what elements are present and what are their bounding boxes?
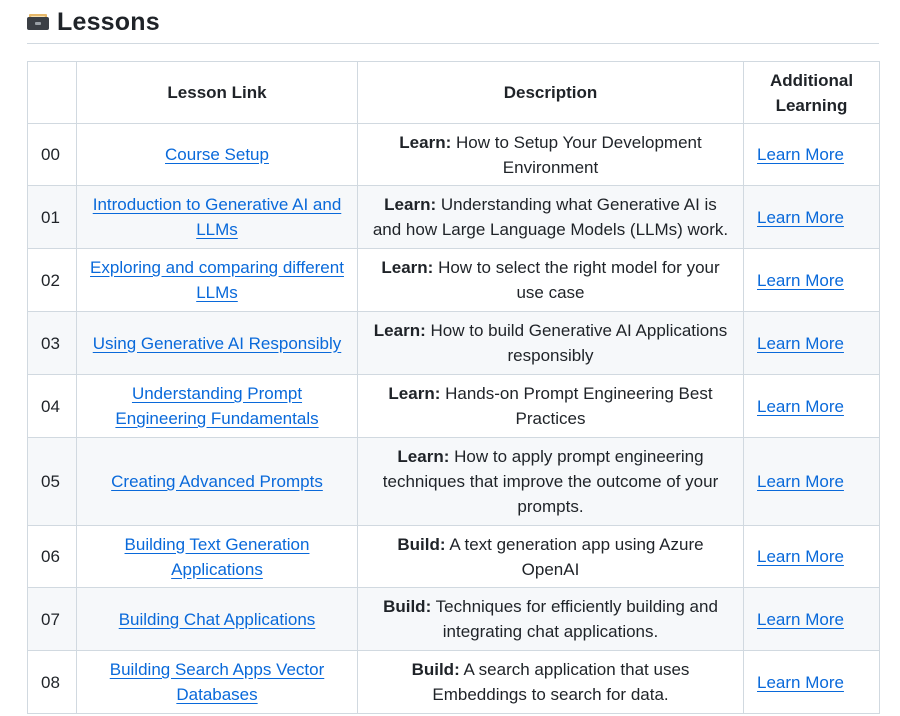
table-row: 02 Exploring and comparing different LLMs… <box>27 248 880 312</box>
lesson-description-cell: Learn: Hands-on Prompt Engineering Best … <box>357 374 744 438</box>
header-number <box>27 61 77 124</box>
additional-learning-cell: Learn More <box>743 185 880 249</box>
additional-learning-cell: Learn More <box>743 650 880 714</box>
learn-more-link[interactable]: Learn More <box>757 271 844 290</box>
additional-learning-cell: Learn More <box>743 123 880 186</box>
table-row: 03 Using Generative AI Responsibly Learn: … <box>27 311 880 375</box>
learn-more-link[interactable]: Learn More <box>757 397 844 416</box>
learn-more-link[interactable]: Learn More <box>757 673 844 692</box>
lesson-link-cell: Creating Advanced Prompts <box>76 437 358 526</box>
lesson-number: 08 <box>27 650 77 714</box>
learn-more-link[interactable]: Learn More <box>757 547 844 566</box>
lesson-link[interactable]: Course Setup <box>165 145 269 164</box>
lesson-number: 07 <box>27 587 77 651</box>
table-row: 07 Building Chat Applications Build: Techn… <box>27 587 880 651</box>
lesson-link-cell: Using Generative AI Responsibly <box>76 311 358 375</box>
lesson-link-cell: Exploring and comparing different LLMs <box>76 248 358 312</box>
description-text: A text generation app using Azure OpenAI <box>449 534 704 579</box>
description-prefix: Learn: <box>388 384 441 403</box>
lesson-link-cell: Building Text Generation Applications <box>76 525 358 588</box>
additional-learning-cell: Learn More <box>743 437 880 526</box>
additional-learning-cell: Learn More <box>743 374 880 438</box>
lesson-description-cell: Learn: How to Setup Your Development Env… <box>357 123 744 186</box>
lesson-number-text: 08 <box>41 672 60 692</box>
table-header-row: Lesson Link Description Additional Learn… <box>27 61 880 124</box>
lesson-number: 05 <box>27 437 77 526</box>
lesson-link-cell: Building Search Apps Vector Databases <box>76 650 358 714</box>
lesson-description-cell: Build: Techniques for efficiently buildi… <box>357 587 744 651</box>
lesson-link-cell: Introduction to Generative AI and LLMs <box>76 185 358 249</box>
description-prefix: Learn: <box>399 132 452 152</box>
lesson-link[interactable]: Understanding Prompt Engineering Fundame… <box>115 384 318 428</box>
learn-more-link[interactable]: Learn More <box>757 472 844 491</box>
learn-more-link[interactable]: Learn More <box>757 145 844 164</box>
table-row: 05 Creating Advanced Prompts Learn: How to… <box>27 437 880 526</box>
lesson-description-cell: Learn: How to select the right model for… <box>357 248 744 312</box>
description-prefix: Build: <box>411 660 460 679</box>
header-lesson-link: Lesson Link <box>76 61 358 124</box>
description-prefix: Build: <box>397 534 446 554</box>
lesson-description-cell: Build: A text generation app using Azure… <box>357 525 744 588</box>
lesson-link[interactable]: Introduction to Generative AI and LLMs <box>93 195 342 239</box>
table-row: 04 Understanding Prompt Engineering Funda… <box>27 374 880 438</box>
description-text: Hands-on Prompt Engineering Best Practic… <box>445 384 713 428</box>
table-row: 01 Introduction to Generative AI and LLMs… <box>27 185 880 249</box>
lesson-link[interactable]: Building Text Generation Applications <box>125 535 310 579</box>
lesson-number-text: 05 <box>41 472 60 491</box>
learn-more-link[interactable]: Learn More <box>757 610 844 629</box>
lesson-link[interactable]: Creating Advanced Prompts <box>111 472 323 491</box>
additional-learning-cell: Learn More <box>743 248 880 312</box>
description-text: A search application that uses Embedding… <box>432 660 690 704</box>
lesson-number: 06 <box>27 525 77 588</box>
lesson-link[interactable]: Using Generative AI Responsibly <box>93 334 342 353</box>
lessons-heading: Lessons <box>27 4 160 40</box>
description-prefix: Build: <box>383 597 432 616</box>
table-row: 00 Course Setup Learn: How to Setup Your D… <box>27 123 880 186</box>
lesson-link[interactable]: Building Chat Applications <box>119 610 316 629</box>
page-title: Lessons <box>57 7 160 36</box>
table-row: 06 Building Text Generation Applications B… <box>27 525 880 588</box>
header-description: Description <box>357 61 744 124</box>
lesson-description-cell: Learn: How to build Generative AI Applic… <box>357 311 744 375</box>
lesson-number-text: 00 <box>41 145 60 164</box>
lesson-link-cell: Course Setup <box>76 123 358 186</box>
lesson-number-text: 03 <box>41 333 60 353</box>
header-additional-learning: Additional Learning <box>743 61 880 124</box>
description-text: How to build Generative AI Applications … <box>430 321 728 365</box>
heading-divider <box>27 43 879 44</box>
learn-more-link[interactable]: Learn More <box>757 334 844 353</box>
lesson-number: 04 <box>27 374 77 438</box>
lesson-number: 00 <box>27 123 77 186</box>
lesson-link-cell: Understanding Prompt Engineering Fundame… <box>76 374 358 438</box>
additional-learning-cell: Learn More <box>743 525 880 588</box>
lesson-description-cell: Build: A search application that uses Em… <box>357 650 744 714</box>
lesson-number-text: 04 <box>41 396 60 416</box>
additional-learning-cell: Learn More <box>743 311 880 375</box>
table-row: 08 Building Search Apps Vector Databases B… <box>27 650 880 714</box>
lesson-description-cell: Learn: How to apply prompt engineering t… <box>357 437 744 526</box>
learn-more-link[interactable]: Learn More <box>757 208 844 227</box>
description-prefix: Learn: <box>384 195 437 214</box>
lesson-number-text: 01 <box>41 207 60 227</box>
description-text: Techniques for efficiently building and … <box>435 597 718 641</box>
lesson-number-text: 06 <box>41 547 60 566</box>
lesson-description-cell: Learn: Understanding what Generative AI … <box>357 185 744 249</box>
description-prefix: Learn: <box>381 258 434 277</box>
card-file-box-icon <box>27 13 49 31</box>
additional-learning-cell: Learn More <box>743 587 880 651</box>
lessons-table: Lesson Link Description Additional Learn… <box>27 61 880 714</box>
description-text: How to select the right model for your u… <box>438 258 720 302</box>
lesson-link[interactable]: Exploring and comparing different LLMs <box>90 258 344 302</box>
description-prefix: Learn: <box>373 321 426 340</box>
lesson-number-text: 07 <box>41 609 60 629</box>
lesson-number: 02 <box>27 248 77 312</box>
description-prefix: Learn: <box>397 447 450 466</box>
lesson-link-cell: Building Chat Applications <box>76 587 358 651</box>
lesson-link[interactable]: Building Search Apps Vector Databases <box>110 660 325 704</box>
lesson-number: 03 <box>27 311 77 375</box>
lesson-number: 01 <box>27 185 77 249</box>
lesson-number-text: 02 <box>41 270 60 290</box>
description-text: How to Setup Your Development Environmen… <box>455 132 702 177</box>
